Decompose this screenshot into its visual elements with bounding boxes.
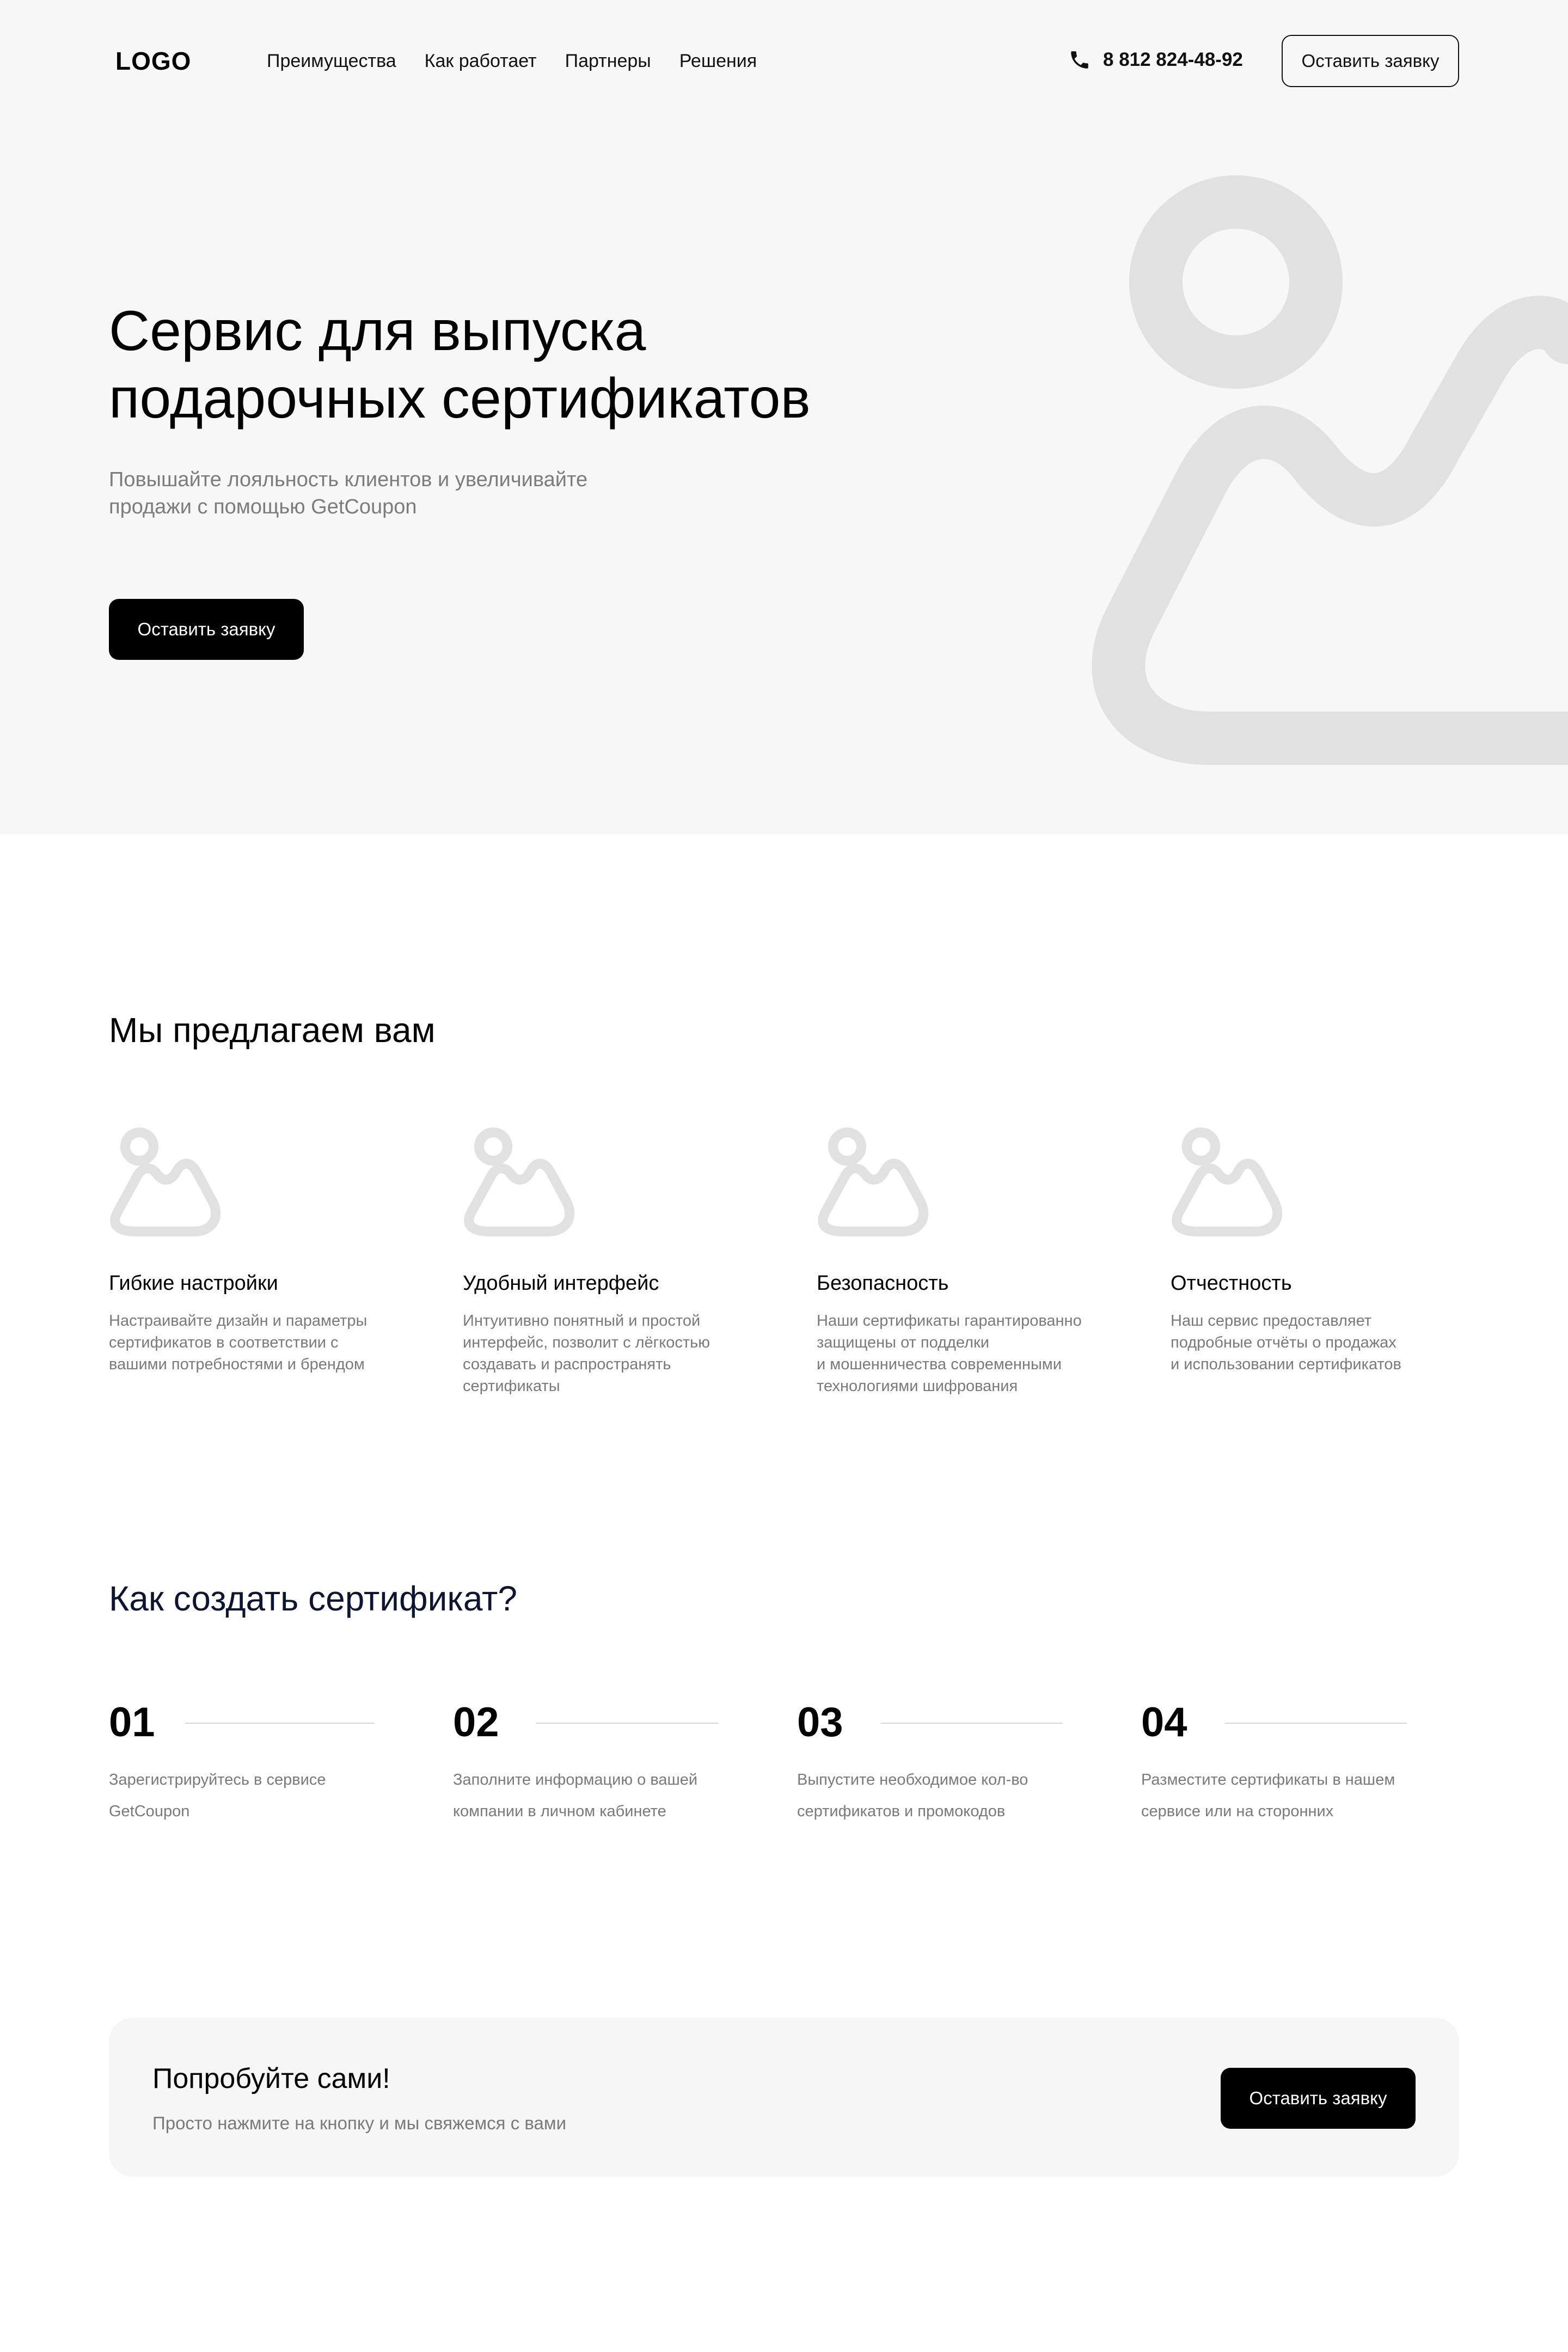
hero-title: Сервис для выпуска подарочных сертификат… bbox=[109, 297, 980, 432]
offers-title: Мы предлагаем вам bbox=[109, 1010, 436, 1050]
steps-list: 01 Зарегистрируйтесь в сервисе GetCoupon… bbox=[109, 1694, 1503, 1858]
phone-contact[interactable]: 8 812 824-48-92 bbox=[1068, 48, 1243, 72]
feature-description-line: сертификатов в соответствии с bbox=[109, 1334, 339, 1351]
step-description-line: Заполните информацию о вашей bbox=[453, 1771, 698, 1788]
hero-subtitle-line: продажи с помощью GetCoupon bbox=[109, 495, 417, 518]
nav-item-how-it-works[interactable]: Как работает bbox=[425, 49, 537, 73]
step-divider bbox=[1225, 1723, 1407, 1724]
feature-description-line: Наш сервис предоставляет bbox=[1171, 1312, 1372, 1330]
step-description-line: Разместите сертификаты в нашем bbox=[1141, 1771, 1395, 1788]
step-divider bbox=[185, 1723, 375, 1724]
feature-title: Удобный интерфейс bbox=[463, 1272, 659, 1295]
cta-text: Просто нажмите на кнопку и мы свяжемся с… bbox=[152, 2113, 566, 2133]
step-description: Заполните информацию о вашей компании в … bbox=[453, 1764, 725, 1827]
step-description-line: GetCoupon bbox=[109, 1803, 190, 1820]
image-placeholder-icon bbox=[1172, 1128, 1283, 1236]
step-description-line: Зарегистрируйтесь в сервисе bbox=[109, 1771, 326, 1788]
logo[interactable]: LOGO bbox=[115, 46, 191, 76]
hero-subtitle-line: Повышайте лояльность клиентов и увеличив… bbox=[109, 468, 588, 491]
feature-description: Настраивайте дизайн и параметры сертифик… bbox=[109, 1310, 387, 1375]
cta-banner: Попробуйте сами! Просто нажмите на кнопк… bbox=[109, 2018, 1459, 2177]
feature-description-line: Наши сертификаты гарантированно bbox=[817, 1312, 1082, 1330]
site-header: LOGO Преимущества Как работает Партнеры … bbox=[0, 0, 1568, 122]
step-divider bbox=[881, 1723, 1063, 1724]
hero-request-button[interactable]: Оставить заявку bbox=[109, 599, 304, 660]
features-list: Гибкие настройки Настраивайте дизайн и п… bbox=[109, 1125, 1503, 1408]
feature-card: Гибкие настройки Настраивайте дизайн и п… bbox=[109, 1125, 392, 1375]
feature-description-line: создавать и распространять bbox=[463, 1356, 671, 1373]
feature-card: Отчестность Наш сервис предоставляет под… bbox=[1171, 1125, 1454, 1375]
nav-item-partners[interactable]: Партнеры bbox=[565, 49, 651, 73]
step-description-line: компании в личном кабинете bbox=[453, 1803, 666, 1820]
feature-description-line: и использовании сертификатов bbox=[1171, 1356, 1401, 1373]
feature-description-line: и мошенничества современными bbox=[817, 1356, 1062, 1373]
cta-request-button[interactable]: Оставить заявку bbox=[1221, 2068, 1416, 2129]
step-description: Разместите сертификаты в нашем сервисе и… bbox=[1141, 1764, 1413, 1827]
header-request-button[interactable]: Оставить заявку bbox=[1282, 35, 1459, 87]
phone-number: 8 812 824-48-92 bbox=[1103, 49, 1243, 70]
feature-card: Безопасность Наши сертификаты гарантиров… bbox=[817, 1125, 1100, 1397]
step-description: Зарегистрируйтесь в сервисе GetCoupon bbox=[109, 1764, 381, 1827]
feature-title: Безопасность bbox=[817, 1272, 949, 1295]
feature-description: Наши сертификаты гарантированно защищены… bbox=[817, 1310, 1094, 1397]
step-description-line: Выпустите необходимое кол-во bbox=[797, 1771, 1028, 1788]
feature-description: Наш сервис предоставляет подробные отчёт… bbox=[1171, 1310, 1448, 1375]
feature-description-line: Настраивайте дизайн и параметры bbox=[109, 1312, 367, 1330]
feature-card: Удобный интерфейс Интуитивно понятный и … bbox=[463, 1125, 746, 1397]
hero-title-line: Сервис для выпуска bbox=[109, 299, 646, 363]
feature-description: Интуитивно понятный и простой интерфейс,… bbox=[463, 1310, 740, 1397]
image-placeholder-icon bbox=[818, 1128, 929, 1236]
image-placeholder-icon bbox=[1092, 175, 1568, 765]
nav-item-solutions[interactable]: Решения bbox=[679, 49, 757, 73]
phone-icon bbox=[1071, 51, 1088, 69]
hero-section: LOGO Преимущества Как работает Партнеры … bbox=[0, 0, 1568, 834]
feature-description-line: защищены от подделки bbox=[817, 1334, 989, 1351]
image-placeholder-icon bbox=[110, 1128, 221, 1236]
feature-description-line: интерфейс, позволит с лёгкостью bbox=[463, 1334, 710, 1351]
feature-description-line: вашими потребностями и брендом bbox=[109, 1356, 365, 1373]
feature-title: Отчестность bbox=[1171, 1272, 1292, 1295]
step-item: 02 Заполните информацию о вашей компании… bbox=[453, 1694, 736, 1827]
feature-description-line: Интуитивно понятный и простой bbox=[463, 1312, 701, 1330]
hero-subtitle: Повышайте лояльность клиентов и увеличив… bbox=[109, 466, 653, 520]
steps-title: Как создать сертификат? bbox=[109, 1579, 517, 1618]
feature-description-line: подробные отчёты о продажах bbox=[1171, 1334, 1396, 1351]
main-nav: Преимущества Как работает Партнеры Решен… bbox=[267, 49, 757, 73]
feature-title: Гибкие настройки bbox=[109, 1272, 278, 1295]
step-item: 03 Выпустите необходимое кол-во сертифик… bbox=[797, 1694, 1080, 1827]
cta-title: Попробуйте сами! bbox=[152, 2063, 390, 2094]
image-placeholder-icon bbox=[464, 1128, 575, 1236]
step-divider bbox=[536, 1723, 719, 1724]
nav-item-advantages[interactable]: Преимущества bbox=[267, 49, 396, 73]
step-item: 04 Разместите сертификаты в нашем сервис… bbox=[1141, 1694, 1424, 1827]
feature-description-line: сертификаты bbox=[463, 1377, 560, 1395]
step-description: Выпустите необходимое кол-во сертификато… bbox=[797, 1764, 1069, 1827]
hero-title-line: подарочных сертификатов bbox=[109, 367, 811, 430]
step-description-line: сервисе или на сторонних bbox=[1141, 1803, 1334, 1820]
step-description-line: сертификатов и промокодов bbox=[797, 1803, 1006, 1820]
step-item: 01 Зарегистрируйтесь в сервисе GetCoupon bbox=[109, 1694, 392, 1827]
feature-description-line: технологиями шифрования bbox=[817, 1377, 1018, 1395]
